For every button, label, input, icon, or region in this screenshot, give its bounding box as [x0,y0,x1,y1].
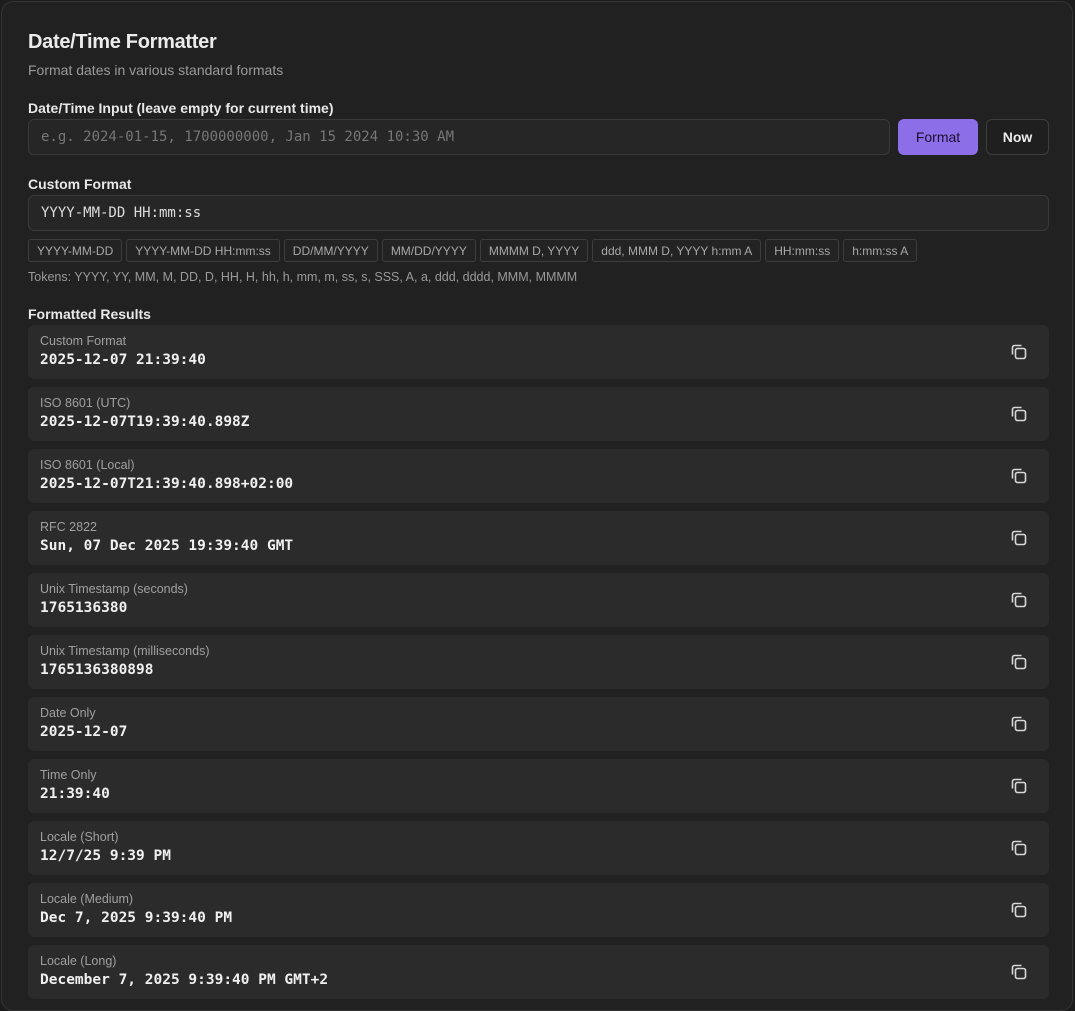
result-label: Unix Timestamp (milliseconds) [40,644,210,658]
datetime-input-label: Date/Time Input (leave empty for current… [28,100,334,116]
preset-button[interactable]: h:mm:ss A [843,239,918,262]
copy-icon [1011,592,1027,608]
result-value: 21:39:40 [40,786,110,802]
copy-button[interactable] [1009,962,1029,982]
preset-button[interactable]: YYYY-MM-DD HH:mm:ss [126,239,280,262]
page-subtitle: Format dates in various standard formats [28,62,284,78]
preset-button[interactable]: YYYY-MM-DD [28,239,123,262]
preset-button[interactable]: DD/MM/YYYY [283,239,378,262]
result-value: Dec 7, 2025 9:39:40 PM [40,910,233,926]
result-row: Date Only 2025-12-07 [28,697,1049,751]
result-row: Time Only 21:39:40 [28,759,1049,813]
copy-button[interactable] [1009,838,1029,858]
results-label: Formatted Results [28,306,151,322]
copy-icon [1011,964,1027,980]
custom-format-wrapper [28,195,1049,231]
result-row: ISO 8601 (Local) 2025-12-07T21:39:40.898… [28,449,1049,503]
result-label: Date Only [40,706,96,720]
result-value: Sun, 07 Dec 2025 19:39:40 GMT [40,538,294,554]
copy-button[interactable] [1009,404,1029,424]
copy-button[interactable] [1009,590,1029,610]
copy-button[interactable] [1009,900,1029,920]
copy-button[interactable] [1009,528,1029,548]
result-row: Locale (Short) 12/7/25 9:39 PM [28,821,1049,875]
result-value: 1765136380898 [40,662,154,678]
copy-button[interactable] [1009,776,1029,796]
preset-button[interactable]: MMMM D, YYYY [479,239,589,262]
formatter-panel: Date/Time Formatter Format dates in vari… [1,1,1073,1011]
format-presets: YYYY-MM-DD YYYY-MM-DD HH:mm:ss DD/MM/YYY… [28,239,918,262]
result-row: Unix Timestamp (seconds) 1765136380 [28,573,1049,627]
result-label: Locale (Long) [40,954,117,968]
result-label: ISO 8601 (Local) [40,458,135,472]
results-list: Custom Format 2025-12-07 21:39:40 ISO 86… [28,325,1049,1007]
copy-icon [1011,902,1027,918]
datetime-input[interactable] [41,129,877,145]
copy-button[interactable] [1009,714,1029,734]
result-label: Time Only [40,768,97,782]
copy-button[interactable] [1009,466,1029,486]
result-value: 2025-12-07 [40,724,128,740]
copy-icon [1011,406,1027,422]
copy-icon [1011,654,1027,670]
result-row: Custom Format 2025-12-07 21:39:40 [28,325,1049,379]
result-row: Locale (Medium) Dec 7, 2025 9:39:40 PM [28,883,1049,937]
copy-button[interactable] [1009,652,1029,672]
copy-button[interactable] [1009,342,1029,362]
copy-icon [1011,468,1027,484]
result-value: 1765136380 [40,600,128,616]
result-row: Unix Timestamp (milliseconds) 1765136380… [28,635,1049,689]
page-title: Date/Time Formatter [28,31,217,53]
custom-format-input[interactable] [41,205,1036,221]
result-value: 12/7/25 9:39 PM [40,848,171,864]
preset-button[interactable]: HH:mm:ss [765,239,840,262]
copy-icon [1011,344,1027,360]
preset-button[interactable]: ddd, MMM D, YYYY h:mm A [592,239,762,262]
copy-icon [1011,530,1027,546]
format-button[interactable]: Format [898,119,978,155]
result-value: 2025-12-07T19:39:40.898Z [40,414,250,430]
result-label: Locale (Short) [40,830,119,844]
result-row: RFC 2822 Sun, 07 Dec 2025 19:39:40 GMT [28,511,1049,565]
now-button[interactable]: Now [986,119,1049,155]
result-value: December 7, 2025 9:39:40 PM GMT+2 [40,972,329,988]
datetime-input-wrapper [28,119,890,155]
copy-icon [1011,716,1027,732]
result-label: Unix Timestamp (seconds) [40,582,188,596]
result-label: ISO 8601 (UTC) [40,396,131,410]
copy-icon [1011,778,1027,794]
custom-format-label: Custom Format [28,176,132,192]
result-value: 2025-12-07 21:39:40 [40,352,206,368]
result-label: Locale (Medium) [40,892,134,906]
preset-button[interactable]: MM/DD/YYYY [381,239,476,262]
result-row: ISO 8601 (UTC) 2025-12-07T19:39:40.898Z [28,387,1049,441]
copy-icon [1011,840,1027,856]
result-value: 2025-12-07T21:39:40.898+02:00 [40,476,294,492]
tokens-help: Tokens: YYYY, YY, MM, M, DD, D, HH, H, h… [28,270,578,284]
result-label: Custom Format [40,334,127,348]
result-label: RFC 2822 [40,520,97,534]
